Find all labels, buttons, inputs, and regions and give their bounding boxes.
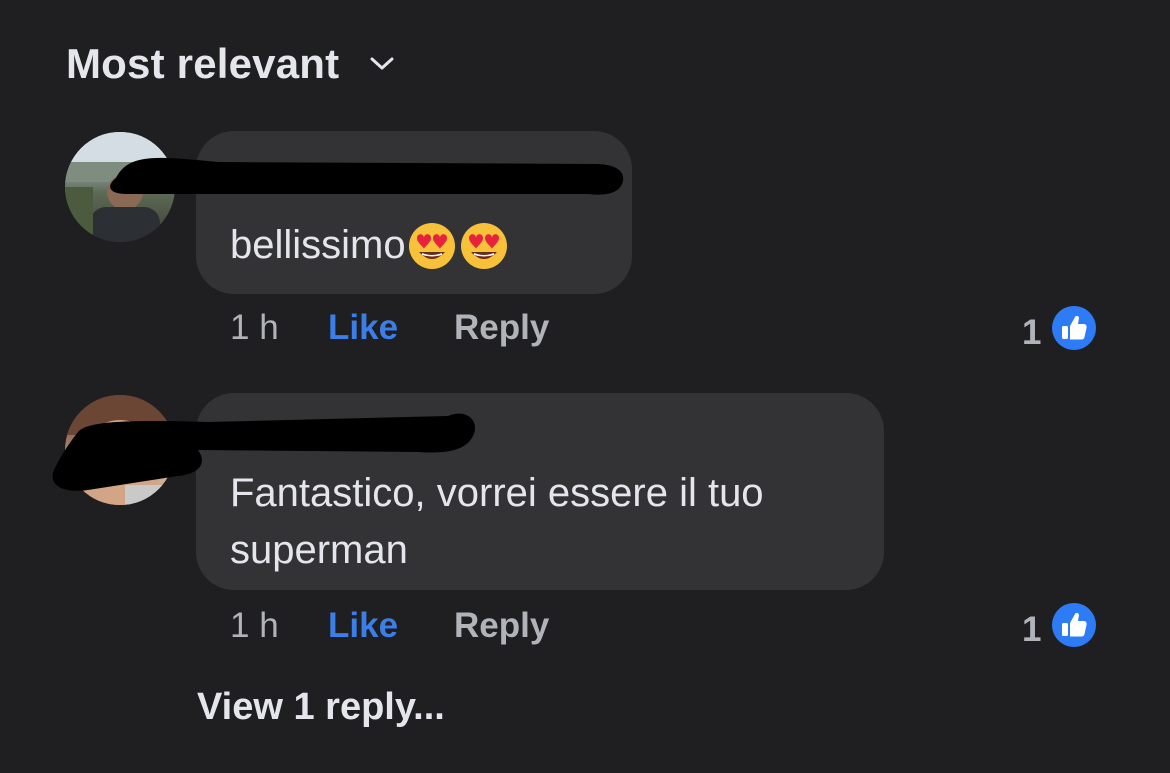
comment-text: bellissimo xyxy=(230,217,510,274)
reaction-count: 1 xyxy=(1022,312,1042,352)
sort-dropdown[interactable]: Most relevant xyxy=(66,40,399,88)
comment-timestamp: 1 h xyxy=(230,606,279,645)
reaction-count: 1 xyxy=(1022,609,1042,649)
thumbs-up-icon xyxy=(1051,305,1097,360)
comment-actions: 1 h Like Reply xyxy=(230,606,549,646)
reply-button[interactable]: Reply xyxy=(454,308,549,348)
chevron-down-icon xyxy=(369,49,399,79)
like-button[interactable]: Like xyxy=(328,308,454,348)
comment-timestamp: 1 h xyxy=(230,308,279,347)
comment-body: bellissimo xyxy=(230,223,406,267)
heart-eyes-emoji xyxy=(406,220,458,272)
like-button[interactable]: Like xyxy=(328,606,454,646)
view-replies-link[interactable]: View 1 reply... xyxy=(197,686,445,729)
heart-eyes-emoji xyxy=(458,220,510,272)
comment-text: Fantastico, vorrei essere il tuo superma… xyxy=(230,471,764,572)
reply-button[interactable]: Reply xyxy=(454,606,549,646)
thumbs-up-icon xyxy=(1051,602,1097,657)
sort-label: Most relevant xyxy=(66,40,340,87)
reaction-summary[interactable]: 1 xyxy=(1022,602,1097,657)
comment-actions: 1 h Like Reply xyxy=(230,308,549,348)
redaction-mark xyxy=(110,157,624,195)
reaction-summary[interactable]: 1 xyxy=(1022,305,1097,360)
